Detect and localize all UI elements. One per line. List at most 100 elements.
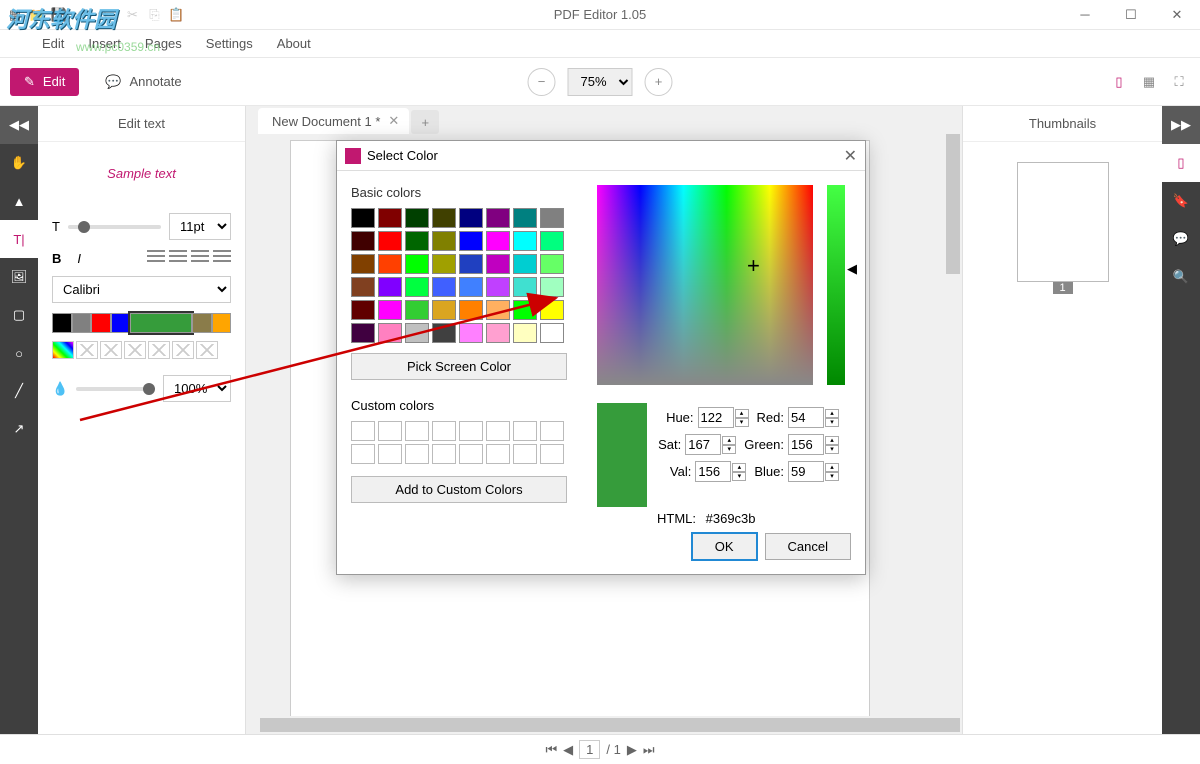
- dialog-titlebar[interactable]: Select Color ✕: [337, 141, 865, 171]
- basic-color-swatch[interactable]: [459, 231, 483, 251]
- prev-page-icon[interactable]: ◀: [563, 742, 573, 758]
- thumb-page[interactable]: 1: [1017, 162, 1109, 294]
- custom-color-swatch[interactable]: [513, 444, 537, 464]
- sat-down[interactable]: ▾: [722, 445, 736, 454]
- basic-color-swatch[interactable]: [405, 208, 429, 228]
- empty-swatch[interactable]: [172, 341, 194, 359]
- basic-color-swatch[interactable]: [540, 254, 564, 274]
- basic-color-swatch[interactable]: [459, 208, 483, 228]
- bold-button[interactable]: B: [52, 251, 61, 266]
- basic-color-swatch[interactable]: [513, 277, 537, 297]
- basic-color-swatch[interactable]: [540, 300, 564, 320]
- annotate-mode-button[interactable]: 💬 Annotate: [91, 68, 195, 96]
- red-input[interactable]: [788, 407, 824, 428]
- basic-color-swatch[interactable]: [405, 277, 429, 297]
- italic-button[interactable]: I: [77, 251, 81, 266]
- circle-tool-icon[interactable]: ○: [0, 334, 38, 372]
- basic-color-swatch[interactable]: [351, 277, 375, 297]
- bookmarks-icon[interactable]: 🔖: [1162, 182, 1200, 220]
- align-left-icon[interactable]: [147, 250, 165, 266]
- copy-icon[interactable]: ⎘: [145, 6, 163, 24]
- custom-color-swatch[interactable]: [540, 444, 564, 464]
- custom-color-swatch[interactable]: [459, 444, 483, 464]
- rect-tool-icon[interactable]: ▢: [0, 296, 38, 334]
- basic-color-swatch[interactable]: [540, 277, 564, 297]
- basic-color-swatch[interactable]: [540, 231, 564, 251]
- menu-settings[interactable]: Settings: [194, 32, 265, 55]
- custom-color-swatch[interactable]: [378, 421, 402, 441]
- basic-color-swatch[interactable]: [378, 254, 402, 274]
- fontsize-slider[interactable]: [68, 225, 161, 229]
- green-down[interactable]: ▾: [825, 445, 839, 454]
- custom-color-swatch[interactable]: [405, 444, 429, 464]
- basic-color-swatch[interactable]: [405, 254, 429, 274]
- blue-input[interactable]: [788, 461, 824, 482]
- basic-color-swatch[interactable]: [540, 323, 564, 343]
- new-tab-button[interactable]: +: [411, 110, 439, 134]
- basic-color-swatch[interactable]: [432, 277, 456, 297]
- next-page-icon[interactable]: ▶: [627, 742, 637, 758]
- empty-swatch[interactable]: [196, 341, 218, 359]
- text-color-swatch[interactable]: [130, 313, 192, 333]
- sat-up[interactable]: ▴: [722, 436, 736, 445]
- thumbnails-icon[interactable]: ▯: [1162, 144, 1200, 182]
- basic-color-swatch[interactable]: [405, 300, 429, 320]
- color-gradient[interactable]: +: [597, 185, 813, 385]
- menu-insert[interactable]: Insert: [76, 32, 133, 55]
- opacity-select[interactable]: 100%: [163, 375, 231, 402]
- basic-color-swatch[interactable]: [513, 300, 537, 320]
- basic-color-swatch[interactable]: [351, 231, 375, 251]
- basic-color-swatch[interactable]: [513, 231, 537, 251]
- basic-color-swatch[interactable]: [405, 231, 429, 251]
- menu-about[interactable]: About: [265, 32, 323, 55]
- empty-swatch[interactable]: [124, 341, 146, 359]
- text-color-swatch[interactable]: [52, 313, 72, 333]
- add-custom-color-button[interactable]: Add to Custom Colors: [351, 476, 567, 503]
- cancel-button[interactable]: Cancel: [765, 533, 851, 560]
- basic-color-swatch[interactable]: [351, 300, 375, 320]
- empty-swatch[interactable]: [100, 341, 122, 359]
- doc-tab[interactable]: New Document 1 * ✕: [258, 108, 409, 134]
- select-tool-icon[interactable]: ▲: [0, 182, 38, 220]
- custom-color-swatch[interactable]: [432, 444, 456, 464]
- basic-color-swatch[interactable]: [351, 323, 375, 343]
- last-page-icon[interactable]: ⏭: [643, 742, 655, 758]
- horizontal-scrollbar[interactable]: [246, 716, 944, 734]
- opacity-slider[interactable]: [76, 387, 155, 391]
- custom-color-swatch[interactable]: [486, 444, 510, 464]
- align-justify-icon[interactable]: [213, 250, 231, 266]
- custom-color-swatch[interactable]: [432, 421, 456, 441]
- basic-color-swatch[interactable]: [513, 323, 537, 343]
- gradient-swatch[interactable]: [52, 341, 74, 359]
- red-up[interactable]: ▴: [825, 409, 839, 418]
- basic-color-swatch[interactable]: [513, 208, 537, 228]
- hue-slider[interactable]: [827, 185, 845, 385]
- basic-color-swatch[interactable]: [486, 208, 510, 228]
- empty-swatch[interactable]: [76, 341, 98, 359]
- custom-color-swatch[interactable]: [459, 421, 483, 441]
- hand-tool-icon[interactable]: ✋: [0, 144, 38, 182]
- val-down[interactable]: ▾: [732, 472, 746, 481]
- image-tool-icon[interactable]: 🖼: [0, 258, 38, 296]
- new-doc-icon[interactable]: ▦: [6, 6, 24, 24]
- green-up[interactable]: ▴: [825, 436, 839, 445]
- fullscreen-icon[interactable]: ⛶: [1168, 71, 1190, 93]
- maximize-button[interactable]: ☐: [1108, 0, 1154, 30]
- custom-color-swatch[interactable]: [378, 444, 402, 464]
- open-icon[interactable]: 📁: [28, 6, 46, 24]
- val-input[interactable]: [695, 461, 731, 482]
- basic-color-swatch[interactable]: [513, 254, 537, 274]
- search-icon[interactable]: 🔍: [1162, 258, 1200, 296]
- val-up[interactable]: ▴: [732, 463, 746, 472]
- basic-color-swatch[interactable]: [351, 254, 375, 274]
- text-color-swatch[interactable]: [91, 313, 111, 333]
- edit-mode-button[interactable]: ✎ Edit: [10, 68, 79, 96]
- single-page-icon[interactable]: ▯: [1108, 71, 1130, 93]
- cut-icon[interactable]: ✂: [123, 6, 141, 24]
- basic-color-swatch[interactable]: [540, 208, 564, 228]
- basic-color-swatch[interactable]: [378, 323, 402, 343]
- align-right-icon[interactable]: [191, 250, 209, 266]
- text-tool-icon[interactable]: T|: [0, 220, 38, 258]
- basic-color-swatch[interactable]: [432, 254, 456, 274]
- hue-input[interactable]: [698, 407, 734, 428]
